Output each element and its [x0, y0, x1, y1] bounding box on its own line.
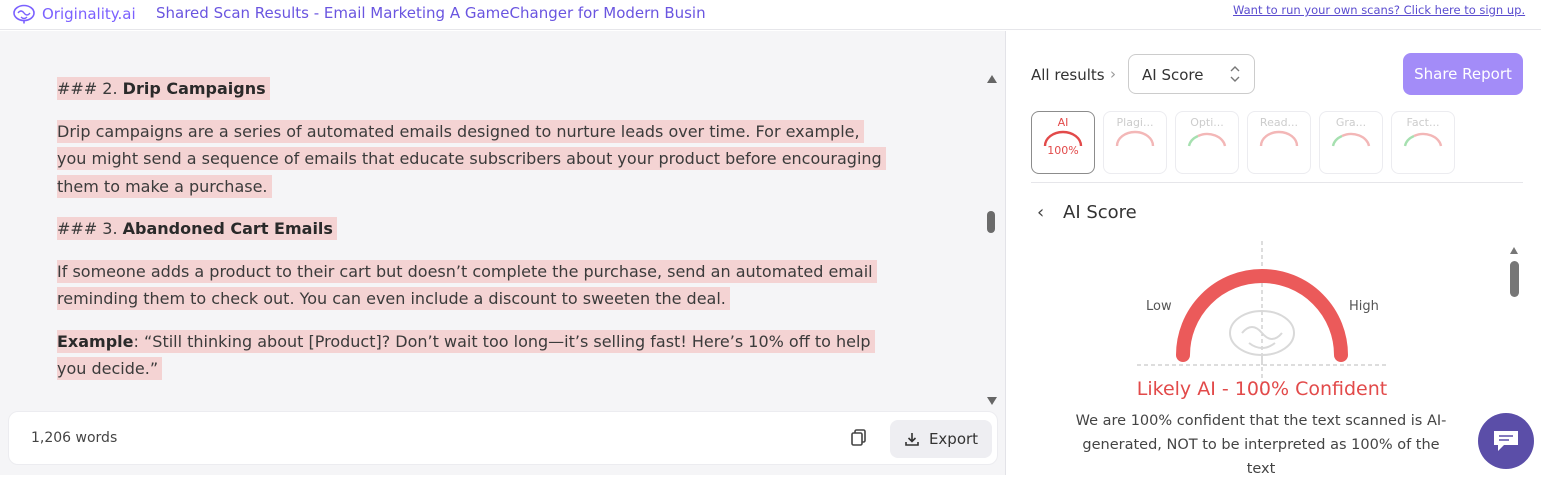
- tab-label: Read...: [1259, 116, 1299, 129]
- ai-verdict: Likely AI - 100% Confident: [1136, 378, 1388, 400]
- document-scrollbar[interactable]: [984, 71, 998, 405]
- tab-optimization[interactable]: Opti...: [1175, 111, 1239, 174]
- document-pane: ### 2. Drip Campaigns Drip campaigns are…: [0, 31, 1006, 475]
- tab-label: Fact...: [1406, 116, 1440, 129]
- download-icon: [905, 433, 919, 446]
- panel-title: AI Score: [1063, 202, 1137, 223]
- paragraph-text: Drip campaigns are a series of automated…: [57, 119, 886, 198]
- paragraph-text: If someone adds a product to their cart …: [57, 259, 877, 310]
- heading-block: ### 2. Drip Campaigns: [57, 75, 887, 103]
- gauge-low-label: Low: [1146, 299, 1172, 314]
- tab-plagiarism[interactable]: Plagi...: [1103, 111, 1167, 174]
- tab-readability[interactable]: Read...: [1247, 111, 1311, 174]
- tabs-divider: [1031, 182, 1523, 183]
- tab-grammar[interactable]: Gra...: [1319, 111, 1383, 174]
- mini-gauge-icon: [1187, 132, 1227, 147]
- scroll-down-arrow-icon[interactable]: [987, 397, 997, 405]
- brain-logo-icon: [13, 4, 35, 24]
- copy-button[interactable]: [849, 428, 869, 448]
- gauge-high-label: High: [1349, 299, 1379, 314]
- tab-fact-check[interactable]: Fact...: [1391, 111, 1455, 174]
- chat-button[interactable]: [1478, 413, 1534, 469]
- breadcrumb-all-results[interactable]: All results: [1031, 66, 1105, 84]
- tab-label: AI: [1057, 116, 1069, 129]
- tab-ai[interactable]: AI 100%: [1031, 111, 1095, 174]
- page-title: Shared Scan Results - Email Marketing A …: [156, 4, 706, 22]
- result-type-value: AI Score: [1142, 66, 1204, 84]
- tab-label: Opti...: [1190, 116, 1224, 129]
- tab-label: Gra...: [1335, 116, 1367, 129]
- heading-text: Abandoned Cart Emails: [122, 219, 333, 238]
- top-bar: Originality.ai Shared Scan Results - Ema…: [0, 0, 1541, 30]
- results-pane: All results › AI Score Share Report AI 1…: [1007, 31, 1541, 477]
- back-chevron-icon[interactable]: ‹: [1037, 202, 1044, 223]
- copy-icon: [851, 429, 866, 446]
- scroll-thumb[interactable]: [1510, 261, 1519, 297]
- example-lead: Example: [57, 331, 134, 351]
- example-text: : “Still thinking about [Product]? Don’t…: [57, 331, 871, 379]
- mini-gauge-icon: [1331, 132, 1371, 147]
- mini-gauge-icon: [1259, 130, 1299, 147]
- tab-value: 100%: [1047, 144, 1079, 157]
- paragraph-block: Drip campaigns are a series of automated…: [57, 118, 887, 201]
- tab-label: Plagi...: [1116, 116, 1154, 129]
- document-content: ### 2. Drip Campaigns Drip campaigns are…: [57, 75, 887, 398]
- heading-text: Drip Campaigns: [122, 79, 266, 98]
- document-footer: 1,206 words Export: [8, 411, 998, 465]
- chevron-right-icon: ›: [1110, 65, 1116, 83]
- mini-gauge-icon: [1403, 132, 1443, 147]
- result-type-select[interactable]: AI Score: [1128, 54, 1255, 94]
- brand-name: Originality.ai: [42, 5, 136, 23]
- mini-gauge-icon: [1115, 130, 1155, 147]
- word-count: 1,206 words: [31, 430, 118, 446]
- signup-link[interactable]: Want to run your own scans? Click here t…: [1233, 3, 1525, 17]
- updown-chevron-icon: [1230, 66, 1240, 82]
- heading-block: ### 3. Abandoned Cart Emails: [57, 215, 887, 243]
- share-report-button[interactable]: Share Report: [1403, 53, 1523, 95]
- heading-prefix: ### 2.: [57, 79, 123, 98]
- scroll-up-arrow-icon[interactable]: [1510, 247, 1518, 254]
- paragraph-block: If someone adds a product to their cart …: [57, 258, 887, 313]
- export-button[interactable]: Export: [890, 420, 992, 458]
- scroll-up-arrow-icon[interactable]: [987, 75, 997, 83]
- chat-icon: [1494, 431, 1518, 451]
- heading-prefix: ### 3.: [57, 219, 123, 238]
- ai-description: We are 100% confident that the text scan…: [1075, 413, 1447, 477]
- ai-score-gauge: [1137, 241, 1387, 391]
- example-block: Example: “Still thinking about [Product]…: [57, 328, 887, 383]
- brand-logo[interactable]: Originality.ai: [12, 3, 136, 25]
- scroll-thumb[interactable]: [987, 211, 995, 233]
- export-label: Export: [928, 430, 979, 448]
